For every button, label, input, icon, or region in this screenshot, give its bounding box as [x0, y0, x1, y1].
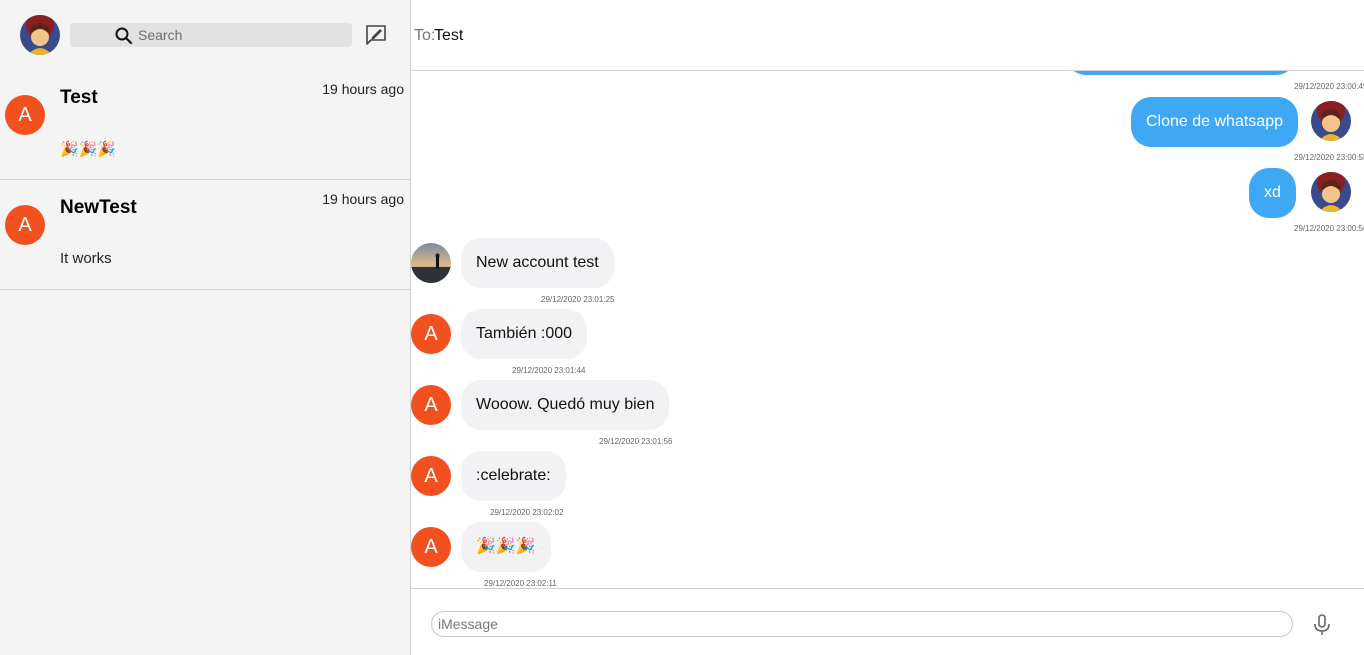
message-bubble-outgoing: [1066, 71, 1296, 75]
conversation-panel: To: Test 29/12/2020 23:00:49 Clone de wh…: [411, 0, 1364, 655]
message-bubble-incoming: 🎉🎉🎉: [461, 522, 551, 572]
message-bubble-incoming: También :000: [461, 309, 588, 359]
conversation-header: To: Test: [411, 0, 1364, 71]
message-timestamp: 29/12/2020 23:01:56: [599, 437, 673, 446]
avatar: [1311, 172, 1351, 212]
chat-list-item[interactable]: 19 hours ago A Test 🎉🎉🎉: [0, 70, 410, 180]
message-bubble-outgoing: Clone de whatsapp: [1131, 97, 1298, 147]
message-timestamp: 29/12/2020 23:01:25: [541, 295, 615, 304]
recipient-name: Test: [434, 27, 464, 44]
message-timestamp: 29/12/2020 23:00:49: [1294, 82, 1364, 91]
message-bubble-incoming: Wooow. Quedó muy bien: [461, 380, 670, 430]
message-input[interactable]: [431, 611, 1293, 637]
avatar: A: [5, 95, 45, 135]
search-placeholder: Search: [138, 27, 183, 43]
message-timestamp: 29/12/2020 23:01:44: [512, 366, 586, 375]
avatar: A: [5, 205, 45, 245]
message-timestamp: 29/12/2020 23:02:02: [490, 508, 564, 517]
message-bubble-incoming: :celebrate:: [461, 451, 566, 501]
chat-preview: 🎉🎉🎉: [60, 141, 117, 158]
compose-icon[interactable]: [364, 23, 388, 47]
avatar: A: [411, 385, 451, 425]
message-timestamp: 29/12/2020 23:00:56: [1294, 224, 1364, 233]
chat-preview: It works: [60, 250, 112, 267]
sidebar: Search 19 hours ago A Test 🎉🎉🎉 19 hours …: [0, 0, 411, 655]
chat-time: 19 hours ago: [322, 81, 404, 97]
message-timestamp: 29/12/2020 23:00:55: [1294, 153, 1364, 162]
messaging-app: Search 19 hours ago A Test 🎉🎉🎉 19 hours …: [0, 0, 1364, 655]
chat-time: 19 hours ago: [322, 191, 404, 207]
recipient-label: To:: [414, 27, 436, 44]
chat-list-item[interactable]: 19 hours ago A NewTest It works: [0, 180, 410, 290]
message-bubble-outgoing: xd: [1249, 168, 1296, 218]
sidebar-header: Search: [0, 0, 410, 70]
avatar: A: [411, 527, 451, 567]
avatar: A: [411, 314, 451, 354]
avatar: A: [411, 456, 451, 496]
current-user-avatar[interactable]: [20, 15, 60, 55]
message-list[interactable]: 29/12/2020 23:00:49 Clone de whatsapp 29…: [411, 71, 1364, 588]
message-composer: [411, 588, 1364, 655]
avatar: [411, 243, 451, 283]
microphone-icon[interactable]: [1311, 613, 1333, 637]
message-bubble-incoming: New account test: [461, 238, 614, 288]
chat-name: NewTest: [60, 197, 137, 218]
message-timestamp: 29/12/2020 23:02:11: [484, 579, 557, 588]
search-icon: [114, 26, 134, 46]
chat-name: Test: [60, 87, 98, 108]
search-bar[interactable]: Search: [70, 23, 352, 47]
avatar: [1311, 101, 1351, 141]
